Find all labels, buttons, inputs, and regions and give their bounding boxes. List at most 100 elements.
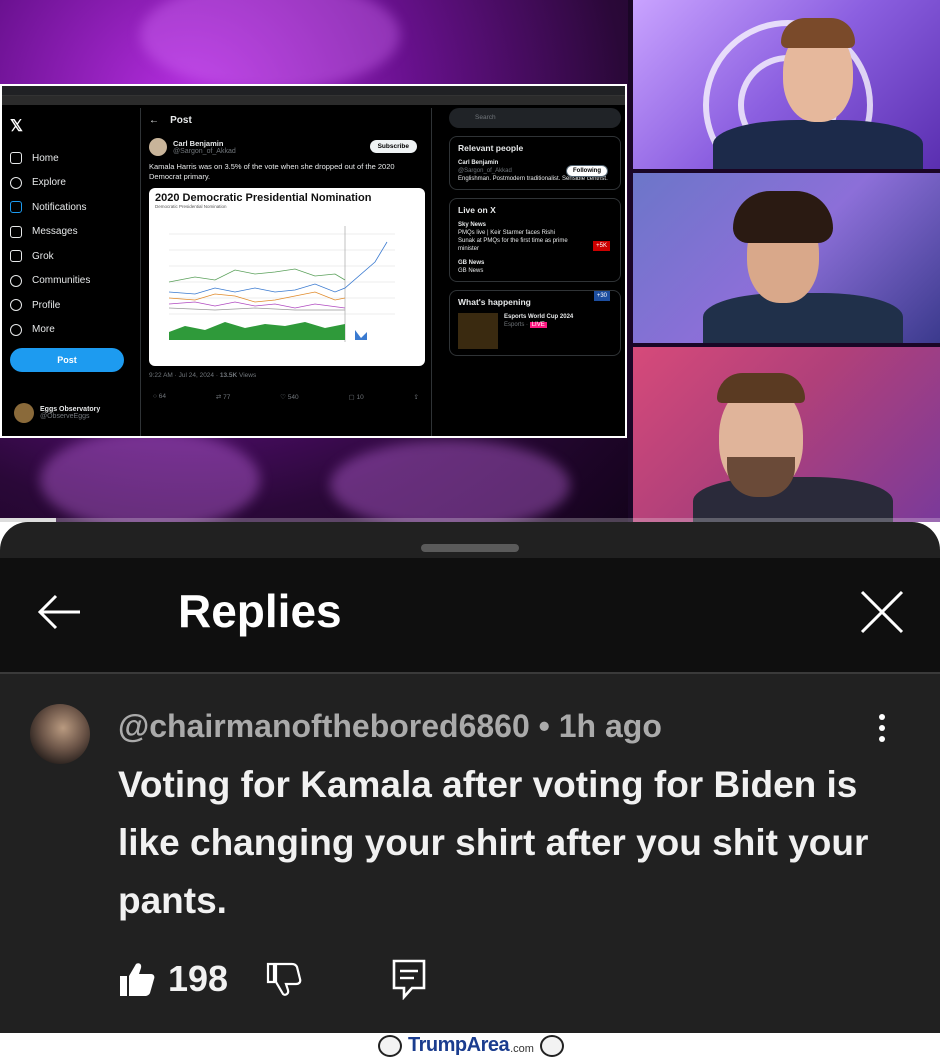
- comment-time: 1h ago: [558, 708, 662, 744]
- back-arrow-icon[interactable]: [36, 588, 84, 636]
- people-icon: [10, 274, 22, 287]
- event-thumbnail: [458, 313, 498, 349]
- grok-icon: [10, 250, 22, 263]
- count: 64: [158, 393, 166, 400]
- x-post-text: Kamala Harris was on 3.5% of the vote wh…: [149, 162, 395, 181]
- following-button: Following: [566, 165, 608, 177]
- author-handle: @Sargon_of_Akkad: [173, 148, 236, 155]
- relevant-people-card: Relevant people Carl Benjamin @Sargon_of…: [449, 136, 621, 190]
- x-nav-label: More: [32, 324, 55, 336]
- avatar[interactable]: [30, 704, 90, 764]
- reply-icon[interactable]: [390, 958, 428, 1000]
- x-nav-label: Home: [32, 152, 59, 164]
- card-title: Relevant people: [458, 143, 524, 153]
- count: 77: [223, 394, 231, 401]
- event-sub: Esports · LIVE: [504, 322, 547, 328]
- x-nav-notifications: Notifications: [10, 195, 135, 220]
- bell-icon: [10, 201, 22, 214]
- x-nav-label: Grok: [32, 250, 54, 262]
- person-icon: [10, 299, 22, 312]
- x-nav-home: Home: [10, 146, 135, 171]
- x-nav-explore: Explore: [10, 171, 135, 196]
- x-post-screenshot: 𝕏 Home Explore Notifications Messages Gr…: [0, 84, 627, 438]
- live-tag: LIVE: [529, 322, 547, 328]
- x-nav-label: Notifications: [32, 201, 87, 213]
- search-icon: [10, 176, 22, 189]
- live-card: Live on X Sky News PMQs live | Keir Star…: [449, 198, 621, 301]
- live-source: GB News: [458, 260, 485, 266]
- watermark-tld: .com: [510, 1042, 534, 1055]
- x-post-column: ← Post Carl Benjamin @Sargon_of_Akkad Su…: [140, 108, 432, 436]
- like-count-x: ♡ 540: [280, 394, 299, 401]
- x-right-sidebar: Search Relevant people Carl Benjamin @Sa…: [449, 108, 621, 356]
- avatar: [149, 138, 167, 156]
- live-badge: +30: [593, 291, 610, 301]
- chart-lines-graphic: [168, 226, 395, 342]
- more-icon: [10, 323, 22, 336]
- x-post-button: Post: [10, 348, 124, 372]
- thumbs-down-icon[interactable]: [264, 960, 302, 998]
- portrait-bottom: [633, 347, 940, 522]
- x-nav-grok: Grok: [10, 244, 135, 269]
- replies-header: [0, 558, 940, 672]
- avatar: [14, 403, 34, 423]
- x-nav-more: More: [10, 318, 135, 343]
- drag-handle[interactable]: [421, 544, 519, 552]
- account-name: Eggs Observatory: [40, 406, 101, 413]
- x-nav-label: Communities: [32, 275, 91, 287]
- card-title: Live on X: [458, 205, 496, 215]
- portrait-top: [633, 0, 940, 169]
- video-player[interactable]: 𝕏 Home Explore Notifications Messages Gr…: [0, 0, 940, 522]
- share-icon: ⇪: [413, 394, 419, 401]
- x-nav-messages: Messages: [10, 220, 135, 245]
- home-icon: [10, 152, 22, 165]
- account-handle: @ObserveEggs: [40, 413, 90, 420]
- thumbs-up-icon[interactable]: [118, 960, 156, 998]
- portrait-middle: [633, 173, 940, 343]
- repost-count: ⇄ 77: [215, 394, 231, 401]
- caricature-icon: [539, 1034, 564, 1057]
- comment-meta: @chairmanofthebored6860 • 1h ago: [118, 708, 662, 745]
- x-nav-label: Messages: [32, 226, 78, 238]
- event-category: Esports: [504, 322, 525, 328]
- chart-title: 2020 Democratic Presidential Nomination: [155, 192, 372, 204]
- post-time: 9:22 AM · Jul 24, 2024 ·: [149, 372, 219, 379]
- close-icon[interactable]: [858, 588, 906, 636]
- replies-title: Replies: [178, 585, 342, 637]
- x-post-header-label: Post: [170, 115, 192, 126]
- subscribe-button: Subscribe: [369, 140, 417, 153]
- x-search-box: Search: [449, 108, 621, 128]
- site-watermark: TrumpArea .com: [360, 1033, 582, 1058]
- comment-actions: 198: [118, 954, 428, 1004]
- browser-tabs: [2, 86, 625, 96]
- post-views-label: Views: [239, 372, 257, 379]
- comment-author[interactable]: @chairmanofthebored6860: [118, 708, 530, 744]
- mail-icon: [10, 225, 22, 238]
- x-post-chart-image: 2020 Democratic Presidential Nomination …: [149, 188, 425, 366]
- x-post-meta: 9:22 AM · Jul 24, 2024 · 13.5K Views: [149, 372, 423, 379]
- watermark-name: TrumpArea: [408, 1034, 510, 1056]
- reply-count: ○ 64: [153, 393, 166, 400]
- live-source: Sky News: [458, 222, 487, 228]
- x-nav-label: Profile: [32, 299, 61, 311]
- live-text: PMQs live | Keir Starmer faces Rishi Sun…: [458, 230, 568, 252]
- like-count: 198: [168, 958, 229, 999]
- x-post-actions: ○ 64 ⇄ 77 ♡ 540 ▢ 10 ⇪: [149, 393, 423, 401]
- card-title: What's happening: [458, 297, 531, 307]
- count: 540: [287, 394, 299, 401]
- x-post-header: ← Post: [149, 108, 423, 134]
- x-logo-icon: 𝕏: [10, 118, 23, 135]
- browser-url-bar: [2, 96, 625, 105]
- event-title: Esports World Cup 2024: [504, 314, 574, 320]
- x-account: Eggs Observatory @ObserveEggs: [14, 403, 139, 423]
- caricature-icon: [378, 1034, 403, 1057]
- live-text: GB News: [458, 268, 484, 274]
- author-name: Carl Benjamin: [173, 139, 224, 148]
- bookmark-count: ▢ 10: [348, 394, 364, 401]
- comment-text: Voting for Kamala after voting for Biden…: [118, 764, 869, 921]
- x-nav-label: Explore: [32, 177, 66, 189]
- live-badge: +5K: [593, 241, 610, 251]
- post-views: 13.5K: [219, 372, 238, 379]
- header-divider: [0, 672, 940, 674]
- more-options-icon[interactable]: [868, 714, 896, 750]
